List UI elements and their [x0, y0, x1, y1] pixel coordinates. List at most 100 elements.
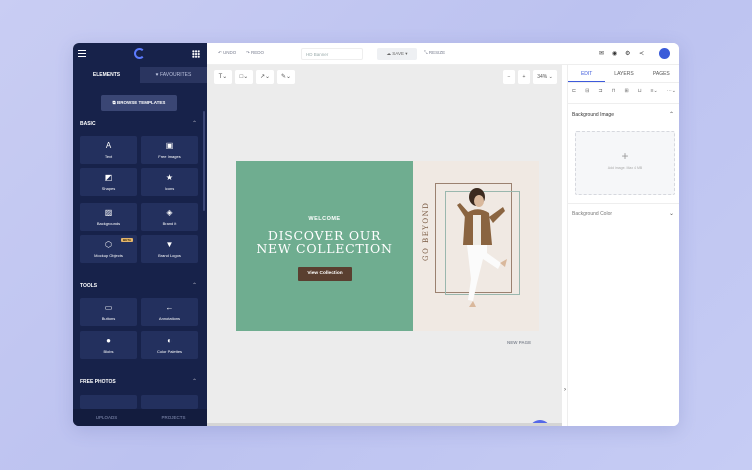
background-image-header[interactable]: Background Image: [572, 112, 614, 118]
tools-item-color-palettes[interactable]: ◐ Color Palettes: [141, 331, 198, 359]
arrow-tool-icon[interactable]: ↗⌄: [256, 70, 274, 84]
settings-icon[interactable]: ⚙: [625, 50, 630, 58]
apps-grid-icon[interactable]: [192, 50, 200, 58]
tools-item-annotations[interactable]: ← Annotations: [141, 298, 198, 326]
chevron-up-icon[interactable]: ⌃: [192, 282, 197, 289]
zoom-out-button[interactable]: −: [503, 70, 515, 84]
app-logo-icon[interactable]: [134, 48, 145, 59]
basic-item-brand-it[interactable]: ◈ Brand it: [141, 203, 198, 231]
text-icon: A: [105, 141, 112, 150]
banner-right-panel[interactable]: GO BEYOND: [413, 161, 539, 331]
align-center-icon[interactable]: ⊟: [585, 88, 589, 97]
blob-icon: ●: [106, 336, 111, 345]
basic-item-free-images[interactable]: ▣ Free Images: [141, 136, 198, 164]
share-icon[interactable]: ≺: [639, 50, 644, 58]
plus-icon: +: [621, 149, 629, 163]
projects-tab[interactable]: PROJECTS: [140, 409, 207, 426]
tools-item-label: Buttons: [101, 316, 116, 321]
new-page-button[interactable]: NEW PAGE: [507, 340, 531, 345]
headline-line-2: NEW COLLECTION: [256, 241, 393, 256]
banner-left-panel[interactable]: WELCOME DISCOVER OUR NEW COLLECTION View…: [236, 161, 413, 331]
basic-item-label: Free Images: [158, 154, 181, 159]
camera-icon[interactable]: ◉: [612, 50, 617, 58]
go-beyond-text[interactable]: GO BEYOND: [422, 202, 430, 261]
save-button[interactable]: ☁ SAVE ▾: [377, 48, 417, 60]
text-tool-icon[interactable]: T⌄: [214, 70, 232, 84]
view-collection-button[interactable]: View Collection: [298, 267, 352, 281]
model-photo[interactable]: [443, 179, 513, 314]
tab-pages[interactable]: PAGES: [643, 65, 679, 82]
tools-item-buttons[interactable]: ▭ Buttons: [80, 298, 137, 326]
canvas-horizontal-scrollbar[interactable]: [207, 423, 562, 426]
photos-item[interactable]: [141, 395, 198, 409]
more-icon[interactable]: ⋯⌄: [667, 88, 676, 97]
align-left-icon[interactable]: ⊏: [572, 88, 576, 97]
arrow-left-icon: ←: [165, 303, 174, 312]
basic-item-label: Brand Logos: [158, 253, 181, 258]
tab-elements[interactable]: ELEMENTS: [73, 67, 140, 83]
basic-item-shapes[interactable]: ◩ Shapes: [80, 168, 137, 196]
tab-favourites[interactable]: ♥ FAVOURITES: [140, 67, 207, 83]
zoom-level-select[interactable]: 34% ⌄: [533, 70, 557, 84]
basic-item-mockup-objects[interactable]: BETA ⬡ Mockup Objects: [80, 235, 137, 263]
undo-label: UNDO: [223, 50, 237, 55]
redo-label: REDO: [251, 50, 265, 55]
align-top-icon[interactable]: ⊓: [612, 88, 616, 97]
distribute-icon[interactable]: ≡⌄: [651, 88, 658, 97]
basic-item-brand-logos[interactable]: ▼ Brand Logos: [141, 235, 198, 263]
basic-item-text[interactable]: A Text: [80, 136, 137, 164]
beta-badge: BETA: [121, 238, 133, 242]
avatar[interactable]: [659, 48, 670, 59]
shape-tool-icon[interactable]: □⌄: [235, 70, 253, 84]
logo-icon: ▼: [165, 240, 174, 249]
tab-layers[interactable]: LAYERS: [605, 65, 642, 82]
divider: [568, 203, 679, 204]
document-name-input[interactable]: HD Banner: [301, 48, 363, 60]
background-image-dropzone[interactable]: + Add image. Max 4 MB: [575, 131, 675, 195]
tab-edit[interactable]: EDIT: [568, 65, 606, 82]
browse-templates-button[interactable]: ⧉ BROWSE TEMPLATES: [101, 95, 177, 111]
chevron-up-icon[interactable]: ⌃: [192, 120, 197, 127]
banner-headline[interactable]: DISCOVER OUR NEW COLLECTION: [236, 229, 413, 255]
background-color-header[interactable]: Background Color: [572, 211, 612, 217]
basic-item-icons[interactable]: ★ Icons: [141, 168, 198, 196]
redo-button[interactable]: ↷ REDO: [246, 50, 264, 56]
banner-design[interactable]: WELCOME DISCOVER OUR NEW COLLECTION View…: [236, 161, 539, 331]
dropzone-hint: Add image. Max 4 MB: [607, 166, 643, 170]
align-middle-icon[interactable]: ⊞: [625, 88, 629, 97]
button-icon: ▭: [104, 303, 113, 312]
align-right-icon[interactable]: ⊐: [598, 88, 602, 97]
sidebar-header: [73, 43, 207, 65]
pen-tool-icon[interactable]: ✎⌄: [277, 70, 295, 84]
resize-label: RESIZE: [428, 50, 446, 55]
tools-item-label: Blobs: [103, 349, 114, 354]
resize-button[interactable]: ⤡ RESIZE: [424, 50, 445, 55]
basic-item-backgrounds[interactable]: ▨ Backgrounds: [80, 203, 137, 231]
photos-item[interactable]: [80, 395, 137, 409]
align-bottom-icon[interactable]: ⊔: [638, 88, 642, 97]
zoom-in-button[interactable]: +: [518, 70, 530, 84]
tools-item-blobs[interactable]: ● Blobs: [80, 331, 137, 359]
mail-icon[interactable]: ✉: [599, 50, 604, 58]
chevron-up-icon[interactable]: ⌃: [192, 378, 197, 385]
design-canvas[interactable]: T⌄ □⌄ ↗⌄ ✎⌄ − + 34% ⌄ WELCOME DISCOVER O…: [207, 65, 562, 426]
canvas-toolbar: T⌄ □⌄ ↗⌄ ✎⌄: [214, 70, 295, 84]
uploads-tab[interactable]: UPLOADS: [73, 409, 140, 426]
basic-item-label: Mockup Objects: [94, 253, 123, 258]
left-sidebar: ELEMENTS ♥ FAVOURITES ⧉ BROWSE TEMPLATES…: [73, 43, 207, 426]
section-free-photos-header: FREE PHOTOS: [80, 379, 116, 385]
alignment-toolbar: ⊏ ⊟ ⊐ ⊓ ⊞ ⊔ ≡⌄ ⋯⌄: [572, 88, 676, 97]
app-window: ELEMENTS ♥ FAVOURITES ⧉ BROWSE TEMPLATES…: [73, 43, 679, 426]
tag-icon: ◈: [166, 208, 173, 217]
undo-button[interactable]: ↶ UNDO: [218, 50, 236, 56]
chevron-down-icon[interactable]: ⌄: [669, 210, 674, 217]
palette-icon: ◐: [167, 336, 172, 345]
menu-icon[interactable]: [78, 50, 86, 57]
banner-welcome-text[interactable]: WELCOME: [236, 216, 413, 222]
sidebar-scrollbar[interactable]: [203, 111, 205, 211]
panel-tabs: EDIT LAYERS PAGES: [568, 65, 679, 83]
sidebar-footer: UPLOADS PROJECTS: [73, 409, 207, 426]
top-toolbar: ↶ UNDO ↷ REDO HD Banner ☁ SAVE ▾ ⤡ RESIZ…: [207, 43, 679, 65]
shapes-icon: ◩: [104, 173, 113, 182]
chevron-up-icon[interactable]: ⌃: [669, 111, 674, 118]
